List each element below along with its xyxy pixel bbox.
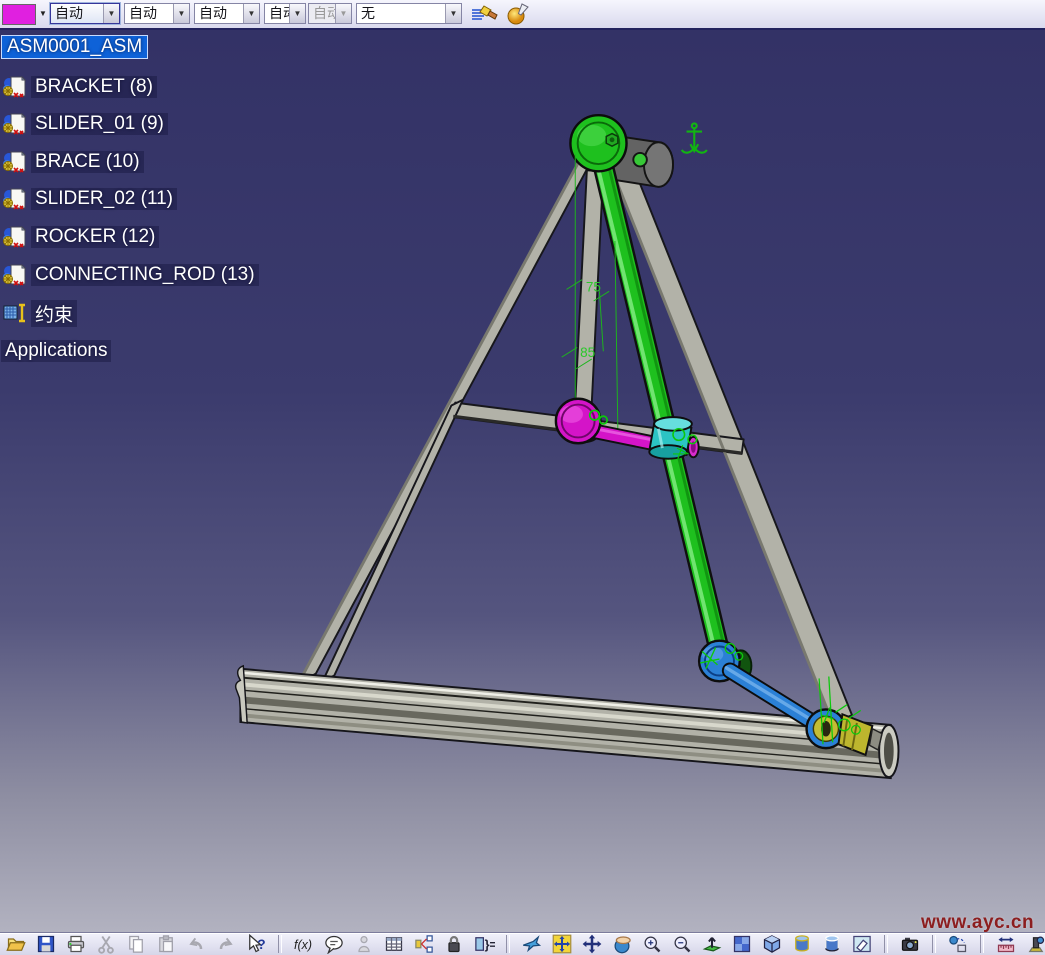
design-table-icon[interactable] xyxy=(383,934,405,954)
part-icon xyxy=(3,150,27,174)
tree-item-rocker[interactable]: ROCKER (12) xyxy=(0,223,159,251)
copy-icon[interactable] xyxy=(125,934,147,954)
part-icon xyxy=(3,263,27,287)
tree-item-bracket[interactable]: BRACKET (8) xyxy=(0,73,157,101)
toolbar-separator xyxy=(980,935,984,953)
print-icon[interactable] xyxy=(65,934,87,954)
lock-icon[interactable] xyxy=(443,934,465,954)
copy-graphic-properties-icon[interactable] xyxy=(470,2,500,26)
watermark: www.ayc.cn xyxy=(921,912,1034,934)
compass-move-icon[interactable] xyxy=(551,934,573,954)
measure-between-icon[interactable] xyxy=(995,934,1017,954)
tree-item-label: BRACE (10) xyxy=(31,151,144,173)
chevron-down-icon: ▼ xyxy=(335,4,351,23)
zoom-out-icon[interactable] xyxy=(671,934,693,954)
svg-text:f(x): f(x) xyxy=(294,938,312,952)
color-swatch-dropdown-icon[interactable]: ▼ xyxy=(36,4,50,23)
rotate-icon[interactable] xyxy=(611,934,633,954)
fix-anchor-symbol[interactable] xyxy=(682,123,707,152)
graphic-properties-wizard-icon[interactable] xyxy=(504,2,534,26)
3d-viewport[interactable]: 75 85 xyxy=(0,30,1045,932)
camera-icon[interactable] xyxy=(899,934,921,954)
tree-item-slider-01[interactable]: SLIDER_01 (9) xyxy=(0,110,168,138)
line-weight-combo[interactable]: 自动 ▼ xyxy=(194,3,260,24)
combo-value: 无 xyxy=(357,4,445,23)
combo-value: 自动 xyxy=(265,4,289,23)
toolbar-separator xyxy=(884,935,888,953)
part-icon xyxy=(3,75,27,99)
part-icon xyxy=(3,225,27,249)
link-icon[interactable] xyxy=(353,934,375,954)
graphic-properties-toolbar: ▼ 自动 ▼ 自动 ▼ 自动 ▼ 自动 ▼ 自动 ▼ 无 ▼ xyxy=(0,0,1045,30)
color-swatch[interactable] xyxy=(2,4,36,25)
multi-view-icon[interactable] xyxy=(731,934,753,954)
tree-item-label: SLIDER_02 (11) xyxy=(31,188,177,210)
shading-icon[interactable] xyxy=(791,934,813,954)
brush-handle xyxy=(488,11,497,19)
chevron-down-icon[interactable]: ▼ xyxy=(173,4,189,23)
formula-icon[interactable]: f(x) xyxy=(293,934,315,954)
fly-mode-icon[interactable] xyxy=(521,934,543,954)
layer-combo[interactable]: 无 ▼ xyxy=(356,3,462,24)
line-type-combo[interactable]: 自动 ▼ xyxy=(124,3,190,24)
zoom-in-icon[interactable] xyxy=(641,934,663,954)
render-style-combo: 自动 ▼ xyxy=(308,3,352,24)
constraints-icon xyxy=(3,301,27,325)
cut-icon[interactable] xyxy=(95,934,117,954)
tree-item-brace[interactable]: BRACE (10) xyxy=(0,148,144,176)
tree-item-asm0001-asm[interactable]: ASM0001_ASM xyxy=(0,33,148,61)
rules-icon[interactable]: }= xyxy=(473,934,495,954)
angle-dimension-75: 75 xyxy=(586,279,601,294)
combo-value: 自动 xyxy=(309,4,335,23)
combo-value: 自动 xyxy=(195,4,243,23)
fill-color-combo[interactable]: 自动 ▼ xyxy=(50,3,120,24)
tree-item-label: ROCKER (12) xyxy=(31,226,159,248)
combo-value: 自动 xyxy=(51,4,103,23)
normal-view-icon[interactable] xyxy=(701,934,723,954)
tree-item-label: Applications xyxy=(1,340,111,362)
toolbar-separator xyxy=(278,935,282,953)
tree-item-label: SLIDER_01 (9) xyxy=(31,113,168,135)
paste-icon[interactable] xyxy=(155,934,177,954)
chevron-down-icon[interactable]: ▼ xyxy=(445,4,461,23)
angle-dimension-85: 85 xyxy=(580,345,595,360)
tree-item-label: BRACKET (8) xyxy=(31,76,157,98)
shading-edges-icon[interactable] xyxy=(821,934,843,954)
tree-item-connecting-rod[interactable]: CONNECTING_ROD (13) xyxy=(0,261,259,289)
redo-icon[interactable] xyxy=(215,934,237,954)
part-icon xyxy=(3,112,27,136)
whats-this-icon[interactable]: ? xyxy=(245,934,267,954)
catalog-icon[interactable] xyxy=(413,934,435,954)
combo-value: 自动 xyxy=(125,4,173,23)
tree-item-label: CONNECTING_ROD (13) xyxy=(31,264,259,286)
assembly-scene: 75 85 xyxy=(0,30,1045,932)
measure-item-icon[interactable] xyxy=(1025,934,1045,954)
tree-item-constraints[interactable]: 约束 xyxy=(0,299,77,327)
chevron-down-icon[interactable]: ▼ xyxy=(103,4,119,23)
tree-item-applications[interactable]: Applications xyxy=(0,337,111,365)
toolbar-separator xyxy=(506,935,510,953)
svg-text:?: ? xyxy=(257,937,265,952)
undo-icon[interactable] xyxy=(185,934,207,954)
iso-view-icon[interactable] xyxy=(761,934,783,954)
pan-icon[interactable] xyxy=(581,934,603,954)
chevron-down-icon[interactable]: ▼ xyxy=(243,4,259,23)
chevron-down-icon[interactable]: ▼ xyxy=(289,4,305,23)
point-style-combo[interactable]: 自动 ▼ xyxy=(264,3,306,24)
comment-icon[interactable] xyxy=(323,934,345,954)
tree-item-label: ASM0001_ASM xyxy=(1,35,148,59)
tree-item-slider-02[interactable]: SLIDER_02 (11) xyxy=(0,185,177,213)
toolbar-separator xyxy=(932,935,936,953)
tree-item-label: 约束 xyxy=(31,300,77,327)
part-icon xyxy=(3,187,27,211)
save-icon[interactable] xyxy=(35,934,57,954)
svg-text:}=: }= xyxy=(485,938,495,952)
no-show-icon[interactable] xyxy=(851,934,873,954)
fly-through-icon[interactable] xyxy=(947,934,969,954)
open-icon[interactable] xyxy=(5,934,27,954)
standard-toolbar: ? f(x) }= xyxy=(0,932,1045,955)
